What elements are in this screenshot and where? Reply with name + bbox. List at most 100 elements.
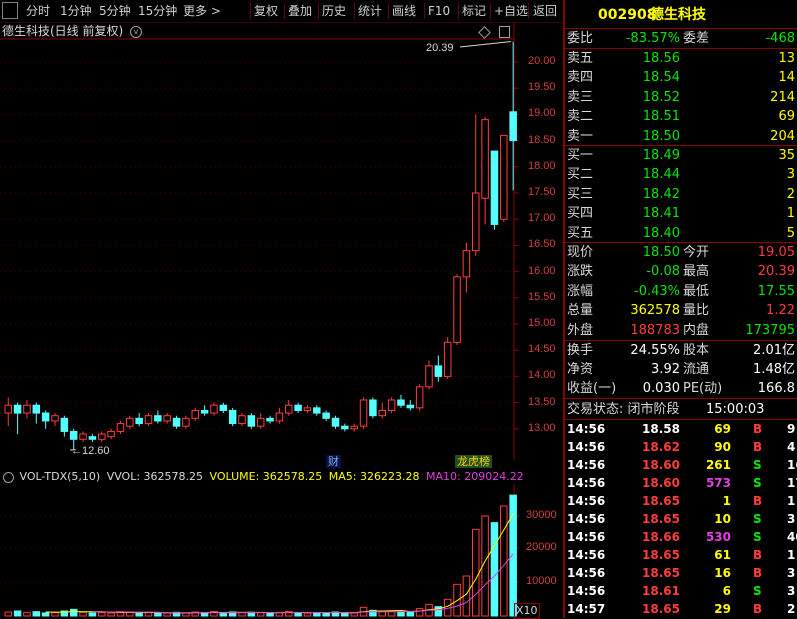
candle-body[interactable] bbox=[220, 405, 227, 410]
tick-trade-row[interactable]: 14:5718.6529B2 bbox=[565, 600, 797, 618]
candle-body[interactable] bbox=[108, 431, 115, 436]
volume-bar[interactable] bbox=[201, 613, 208, 616]
candle-body[interactable] bbox=[192, 410, 199, 418]
tick-trade-row[interactable]: 14:5618.6290B4 bbox=[565, 438, 797, 456]
restore-icon[interactable] bbox=[499, 26, 510, 38]
candlestick-chart[interactable]: 20.39 ←12.60 bbox=[0, 0, 563, 460]
volume-bar[interactable] bbox=[407, 612, 414, 616]
tick-trade-row[interactable]: 14:5618.616S3 bbox=[565, 582, 797, 600]
volume-bar[interactable] bbox=[33, 612, 40, 616]
candle-body[interactable] bbox=[379, 410, 386, 415]
volume-bar[interactable] bbox=[70, 609, 77, 616]
candle-body[interactable] bbox=[276, 413, 283, 421]
candle-body[interactable] bbox=[388, 400, 395, 410]
candle-body[interactable] bbox=[323, 413, 330, 418]
bid-price[interactable]: 18.49 bbox=[643, 146, 680, 165]
volume-bar[interactable] bbox=[155, 613, 162, 616]
candle-body[interactable] bbox=[173, 418, 180, 426]
financial-report-marker[interactable]: 财 bbox=[326, 455, 341, 468]
candle-body[interactable] bbox=[304, 408, 311, 411]
volume-bar[interactable] bbox=[145, 613, 152, 616]
tick-trade-row[interactable]: 14:5618.66530S40 bbox=[565, 528, 797, 546]
bid-price[interactable]: 18.42 bbox=[643, 185, 680, 204]
candle-body[interactable] bbox=[398, 400, 405, 405]
candle-body[interactable] bbox=[444, 342, 451, 376]
tick-trade-row[interactable]: 14:5618.60261S16 bbox=[565, 456, 797, 474]
candle-body[interactable] bbox=[5, 405, 12, 413]
volume-bar[interactable] bbox=[323, 613, 330, 616]
candle-body[interactable] bbox=[211, 405, 218, 413]
candle-body[interactable] bbox=[80, 434, 87, 439]
candle-body[interactable] bbox=[407, 405, 414, 408]
tick-trade-row[interactable]: 14:5618.60573S17 bbox=[565, 474, 797, 492]
candle-body[interactable] bbox=[370, 400, 377, 416]
candle-body[interactable] bbox=[239, 416, 246, 424]
candle-body[interactable] bbox=[426, 366, 433, 387]
volume-bar[interactable] bbox=[14, 611, 21, 616]
candle-body[interactable] bbox=[416, 387, 423, 408]
candle-body[interactable] bbox=[482, 120, 489, 199]
candle-body[interactable] bbox=[33, 405, 40, 413]
volume-bar[interactable] bbox=[89, 613, 96, 616]
candle-body[interactable] bbox=[127, 418, 134, 426]
volume-bar[interactable] bbox=[473, 529, 480, 616]
volume-bar[interactable] bbox=[239, 613, 246, 616]
candle-body[interactable] bbox=[351, 426, 358, 429]
candle-body[interactable] bbox=[295, 405, 302, 410]
candle-body[interactable] bbox=[164, 416, 171, 421]
candle-body[interactable] bbox=[99, 434, 106, 439]
volume-bar[interactable] bbox=[398, 612, 405, 616]
volume-bar[interactable] bbox=[314, 613, 321, 616]
volume-bar[interactable] bbox=[351, 613, 358, 616]
candle-body[interactable] bbox=[491, 151, 498, 224]
ask-price[interactable]: 18.51 bbox=[643, 107, 680, 126]
candle-body[interactable] bbox=[201, 410, 208, 413]
volume-bar[interactable] bbox=[24, 612, 31, 616]
bid-price[interactable]: 18.44 bbox=[643, 165, 680, 184]
volume-bar[interactable] bbox=[164, 613, 171, 616]
candle-body[interactable] bbox=[454, 277, 461, 343]
ask-price[interactable]: 18.50 bbox=[643, 127, 680, 146]
candle-body[interactable] bbox=[473, 193, 480, 251]
volume-bar[interactable] bbox=[257, 613, 264, 616]
dragon-tiger-marker[interactable]: 龙虎榜 bbox=[455, 455, 492, 468]
candle-body[interactable] bbox=[510, 112, 517, 141]
volume-bar[interactable] bbox=[99, 613, 106, 616]
volume-chart[interactable] bbox=[0, 484, 563, 618]
settings-icon[interactable] bbox=[3, 472, 14, 483]
candle-body[interactable] bbox=[267, 418, 274, 421]
candle-body[interactable] bbox=[14, 405, 21, 413]
candle-body[interactable] bbox=[360, 400, 367, 426]
candle-body[interactable] bbox=[435, 366, 442, 376]
candle-body[interactable] bbox=[70, 431, 77, 439]
ask-price[interactable]: 18.56 bbox=[643, 49, 680, 68]
tick-trade-row[interactable]: 14:5618.6561B1 bbox=[565, 546, 797, 564]
tick-trade-row[interactable]: 14:5618.6510S3 bbox=[565, 510, 797, 528]
volume-bar[interactable] bbox=[304, 613, 311, 616]
candle-body[interactable] bbox=[89, 437, 96, 440]
volume-bar[interactable] bbox=[220, 613, 227, 616]
candle-body[interactable] bbox=[314, 408, 321, 413]
volume-bar[interactable] bbox=[183, 613, 190, 616]
volume-bar[interactable] bbox=[416, 609, 423, 616]
candle-body[interactable] bbox=[52, 416, 59, 421]
candle-body[interactable] bbox=[42, 413, 49, 421]
volume-bar[interactable] bbox=[379, 612, 386, 616]
candle-body[interactable] bbox=[117, 424, 124, 432]
tick-trade-row[interactable]: 14:5618.651B1 bbox=[565, 492, 797, 510]
candle-body[interactable] bbox=[286, 405, 293, 413]
volume-indicator-name[interactable]: VOL-TDX(5,10) bbox=[20, 470, 101, 483]
candle-body[interactable] bbox=[155, 416, 162, 421]
candle-body[interactable] bbox=[145, 416, 152, 424]
volume-bar[interactable] bbox=[42, 613, 49, 616]
ask-price[interactable]: 18.52 bbox=[643, 88, 680, 107]
candle-body[interactable] bbox=[183, 418, 190, 426]
volume-bar[interactable] bbox=[80, 612, 87, 616]
volume-bar[interactable] bbox=[501, 506, 508, 616]
tick-trade-row[interactable]: 14:5618.5869B9 bbox=[565, 420, 797, 438]
candle-body[interactable] bbox=[229, 410, 236, 423]
candle-body[interactable] bbox=[463, 251, 470, 277]
volume-bar[interactable] bbox=[52, 613, 59, 616]
volume-bar[interactable] bbox=[267, 613, 274, 616]
candle-body[interactable] bbox=[342, 426, 349, 429]
